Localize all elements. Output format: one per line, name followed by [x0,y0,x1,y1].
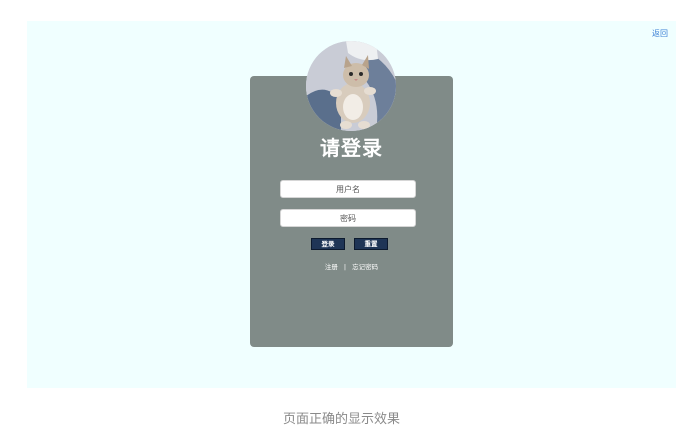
caption: 页面正确的显示效果 [282,412,400,427]
kitten-avatar-image [306,41,396,131]
link-separator: | [343,263,347,271]
reset-button[interactable]: 重置 [354,238,388,250]
login-title: 请登录 [320,136,383,160]
register-link[interactable]: 注册 [325,263,338,271]
username-input[interactable] [280,180,416,198]
avatar [306,41,396,131]
password-input[interactable] [280,209,416,227]
page-background: 返回 请登录 用户名 登录 重置 注册 | 忘记密码 [27,21,676,388]
account-links: 注册 | 忘记密码 [250,261,453,271]
login-card: 请登录 登录 重置 注册 | 忘记密码 [250,41,453,347]
back-link[interactable]: 返回 [652,28,668,39]
forgot-password-link[interactable]: 忘记密码 [352,263,378,271]
login-button[interactable]: 登录 [311,238,345,250]
